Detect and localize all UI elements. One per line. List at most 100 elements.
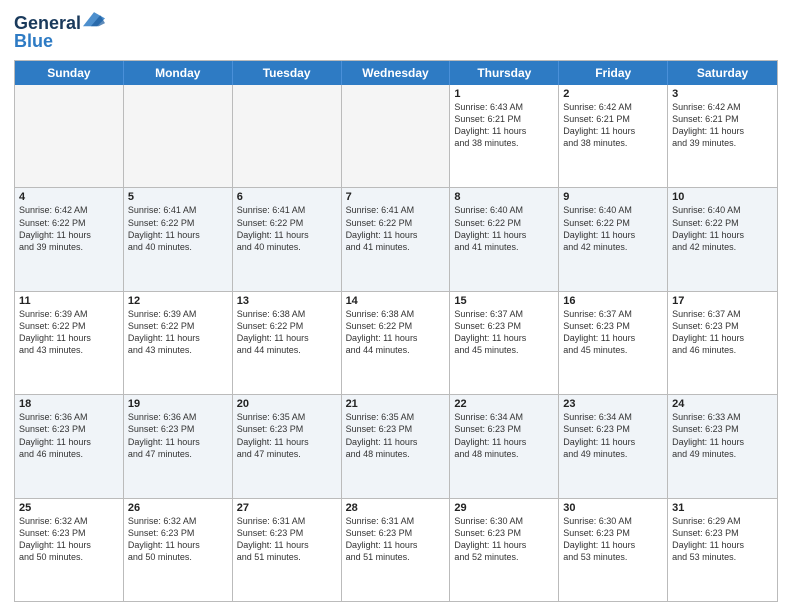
calendar-cell: 4Sunrise: 6:42 AM Sunset: 6:22 PM Daylig… [15,188,124,290]
day-number: 25 [19,502,119,514]
day-number: 3 [672,88,773,100]
day-number: 29 [454,502,554,514]
day-number: 23 [563,398,663,410]
cell-info: Sunrise: 6:36 AM Sunset: 6:23 PM Dayligh… [19,411,119,460]
day-number: 28 [346,502,446,514]
day-number: 14 [346,295,446,307]
calendar-header-cell: Monday [124,61,233,85]
day-number: 27 [237,502,337,514]
logo-text-general: General [14,14,81,32]
cell-info: Sunrise: 6:37 AM Sunset: 6:23 PM Dayligh… [563,308,663,357]
calendar-cell-empty [124,85,233,187]
calendar-cell: 18Sunrise: 6:36 AM Sunset: 6:23 PM Dayli… [15,395,124,497]
cell-info: Sunrise: 6:35 AM Sunset: 6:23 PM Dayligh… [237,411,337,460]
day-number: 30 [563,502,663,514]
logo-text-blue: Blue [14,31,53,51]
calendar-cell: 10Sunrise: 6:40 AM Sunset: 6:22 PM Dayli… [668,188,777,290]
calendar-row: 18Sunrise: 6:36 AM Sunset: 6:23 PM Dayli… [15,394,777,497]
calendar-cell: 25Sunrise: 6:32 AM Sunset: 6:23 PM Dayli… [15,499,124,601]
calendar-cell: 26Sunrise: 6:32 AM Sunset: 6:23 PM Dayli… [124,499,233,601]
cell-info: Sunrise: 6:38 AM Sunset: 6:22 PM Dayligh… [346,308,446,357]
calendar-cell: 8Sunrise: 6:40 AM Sunset: 6:22 PM Daylig… [450,188,559,290]
cell-info: Sunrise: 6:32 AM Sunset: 6:23 PM Dayligh… [128,515,228,564]
calendar-cell: 6Sunrise: 6:41 AM Sunset: 6:22 PM Daylig… [233,188,342,290]
calendar-cell: 23Sunrise: 6:34 AM Sunset: 6:23 PM Dayli… [559,395,668,497]
calendar-header-cell: Sunday [15,61,124,85]
calendar-body: 1Sunrise: 6:43 AM Sunset: 6:21 PM Daylig… [15,85,777,601]
day-number: 24 [672,398,773,410]
calendar-cell: 30Sunrise: 6:30 AM Sunset: 6:23 PM Dayli… [559,499,668,601]
calendar-row: 11Sunrise: 6:39 AM Sunset: 6:22 PM Dayli… [15,291,777,394]
day-number: 20 [237,398,337,410]
day-number: 8 [454,191,554,203]
calendar-cell: 2Sunrise: 6:42 AM Sunset: 6:21 PM Daylig… [559,85,668,187]
calendar-cell: 7Sunrise: 6:41 AM Sunset: 6:22 PM Daylig… [342,188,451,290]
day-number: 26 [128,502,228,514]
calendar-cell: 21Sunrise: 6:35 AM Sunset: 6:23 PM Dayli… [342,395,451,497]
day-number: 1 [454,88,554,100]
day-number: 22 [454,398,554,410]
calendar-cell: 16Sunrise: 6:37 AM Sunset: 6:23 PM Dayli… [559,292,668,394]
cell-info: Sunrise: 6:43 AM Sunset: 6:21 PM Dayligh… [454,101,554,150]
cell-info: Sunrise: 6:40 AM Sunset: 6:22 PM Dayligh… [454,204,554,253]
day-number: 6 [237,191,337,203]
cell-info: Sunrise: 6:42 AM Sunset: 6:21 PM Dayligh… [672,101,773,150]
calendar-cell: 27Sunrise: 6:31 AM Sunset: 6:23 PM Dayli… [233,499,342,601]
header: General Blue [14,10,778,52]
cell-info: Sunrise: 6:41 AM Sunset: 6:22 PM Dayligh… [237,204,337,253]
cell-info: Sunrise: 6:42 AM Sunset: 6:22 PM Dayligh… [19,204,119,253]
day-number: 4 [19,191,119,203]
calendar-row: 25 Sunrise: 6:32 AM Sunset: 6:23 PM Dayli… [15,498,777,601]
calendar-cell: 29Sunrise: 6:30 AM Sunset: 6:23 PM Dayli… [450,499,559,601]
cell-info: Sunrise: 6:42 AM Sunset: 6:21 PM Dayligh… [563,101,663,150]
day-number: 21 [346,398,446,410]
day-number: 13 [237,295,337,307]
calendar-cell: 22Sunrise: 6:34 AM Sunset: 6:23 PM Dayli… [450,395,559,497]
calendar-cell: 14Sunrise: 6:38 AM Sunset: 6:22 PM Dayli… [342,292,451,394]
day-number: 5 [128,191,228,203]
day-number: 15 [454,295,554,307]
cell-info: Sunrise: 6:30 AM Sunset: 6:23 PM Dayligh… [563,515,663,564]
day-number: 19 [128,398,228,410]
cell-info: Sunrise: 6:31 AM Sunset: 6:23 PM Dayligh… [237,515,337,564]
calendar-cell: 20Sunrise: 6:35 AM Sunset: 6:23 PM Dayli… [233,395,342,497]
cell-info: Sunrise: 6:39 AM Sunset: 6:22 PM Dayligh… [128,308,228,357]
calendar-row: 1Sunrise: 6:43 AM Sunset: 6:21 PM Daylig… [15,85,777,187]
cell-info: Sunrise: 6:38 AM Sunset: 6:22 PM Dayligh… [237,308,337,357]
calendar-cell: 24Sunrise: 6:33 AM Sunset: 6:23 PM Dayli… [668,395,777,497]
day-number: 18 [19,398,119,410]
day-number: 9 [563,191,663,203]
calendar-cell: 19Sunrise: 6:36 AM Sunset: 6:23 PM Dayli… [124,395,233,497]
calendar-cell: 5Sunrise: 6:41 AM Sunset: 6:22 PM Daylig… [124,188,233,290]
cell-info: Sunrise: 6:31 AM Sunset: 6:23 PM Dayligh… [346,515,446,564]
cell-info: Sunrise: 6:36 AM Sunset: 6:23 PM Dayligh… [128,411,228,460]
day-number: 12 [128,295,228,307]
calendar-cell: 12Sunrise: 6:39 AM Sunset: 6:22 PM Dayli… [124,292,233,394]
calendar-row: 4Sunrise: 6:42 AM Sunset: 6:22 PM Daylig… [15,187,777,290]
calendar-header: SundayMondayTuesdayWednesdayThursdayFrid… [15,61,777,85]
logo-icon [83,11,105,29]
calendar-cell: 28Sunrise: 6:31 AM Sunset: 6:23 PM Dayli… [342,499,451,601]
calendar-header-cell: Tuesday [233,61,342,85]
calendar-cell-empty [15,85,124,187]
day-number: 10 [672,191,773,203]
page: General Blue SundayMondayTuesdayWednesda… [0,0,792,612]
cell-info: Sunrise: 6:37 AM Sunset: 6:23 PM Dayligh… [672,308,773,357]
calendar-cell: 9Sunrise: 6:40 AM Sunset: 6:22 PM Daylig… [559,188,668,290]
logo: General Blue [14,14,105,52]
calendar-header-cell: Friday [559,61,668,85]
calendar-cell: 13Sunrise: 6:38 AM Sunset: 6:22 PM Dayli… [233,292,342,394]
calendar-cell: 11Sunrise: 6:39 AM Sunset: 6:22 PM Dayli… [15,292,124,394]
cell-info: Sunrise: 6:40 AM Sunset: 6:22 PM Dayligh… [672,204,773,253]
calendar-cell: 15Sunrise: 6:37 AM Sunset: 6:23 PM Dayli… [450,292,559,394]
day-number: 17 [672,295,773,307]
cell-info: Sunrise: 6:40 AM Sunset: 6:22 PM Dayligh… [563,204,663,253]
calendar-cell: 17Sunrise: 6:37 AM Sunset: 6:23 PM Dayli… [668,292,777,394]
day-number: 2 [563,88,663,100]
cell-info: Sunrise: 6:35 AM Sunset: 6:23 PM Dayligh… [346,411,446,460]
day-number: 16 [563,295,663,307]
cell-info: Sunrise: 6:30 AM Sunset: 6:23 PM Dayligh… [454,515,554,564]
calendar: SundayMondayTuesdayWednesdayThursdayFrid… [14,60,778,602]
day-number: 7 [346,191,446,203]
calendar-cell-empty [342,85,451,187]
